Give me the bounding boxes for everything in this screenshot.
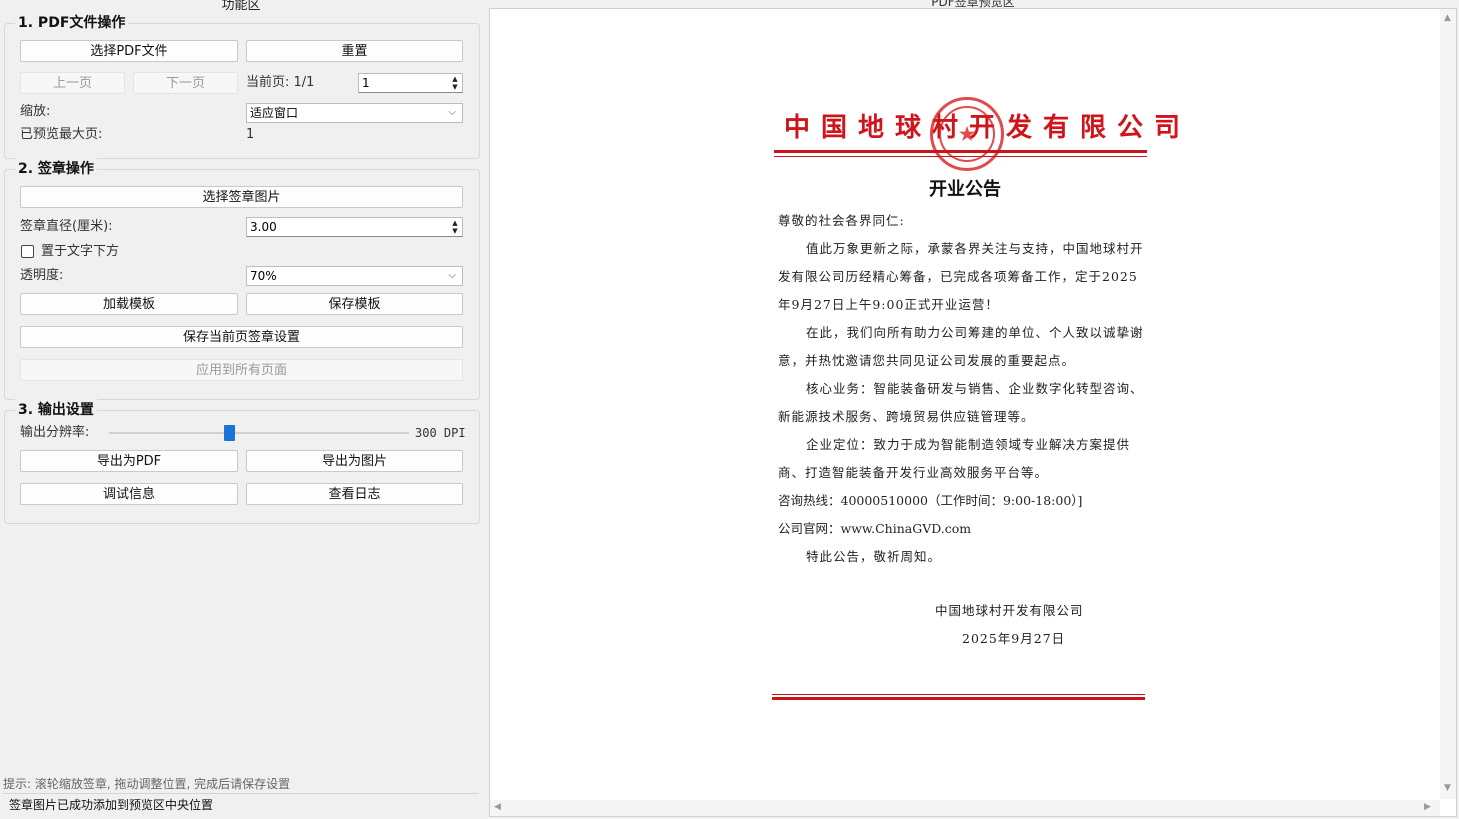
opacity-label: 透明度: <box>20 268 64 283</box>
paragraph-2: 在此，我们向所有助力公司筹建的单位、个人致以诚挚谢意，并热忱邀请您共同见证公司发… <box>778 325 1144 368</box>
pdf-page: 中国地球村开发有限公司 ★ 开业公告 尊敬的社会各界同仁: 值此万象更新之际，承… <box>770 89 1180 709</box>
resolution-slider-handle[interactable] <box>224 425 235 441</box>
hint-text: 提示: 滚轮缩放签章, 拖动调整位置, 完成后请保存设置 <box>3 777 291 791</box>
scroll-left-icon[interactable]: ◀ <box>494 802 501 812</box>
footer-red-thin-line <box>772 694 1145 695</box>
below-text-checkbox[interactable] <box>21 245 34 258</box>
load-template-button[interactable]: 加载模板 <box>20 293 238 315</box>
current-page-label: 当前页: 1/1 <box>246 75 315 90</box>
scroll-up-icon[interactable]: ▲ <box>1444 13 1451 23</box>
stamp-group-title: 2. 签章操作 <box>15 158 97 178</box>
pdf-preview-area[interactable]: ▲ ▼ ◀ ▶ 中国地球村开发有限公司 ★ 开业公告 尊敬的社会各界同仁: 值此… <box>489 8 1457 817</box>
resolution-slider-track[interactable] <box>109 432 409 434</box>
paragraph-3: 核心业务：智能装备研发与销售、企业数字化转型咨询、新能源技术服务、跨境贸易供应链… <box>778 381 1144 424</box>
export-pdf-button[interactable]: 导出为PDF <box>20 450 238 472</box>
stamp-diameter-input[interactable]: 3.00 ▲ ▼ <box>246 217 463 237</box>
stamp-seal-icon[interactable]: ★ <box>930 97 1004 171</box>
horizontal-scrollbar[interactable]: ◀ ▶ <box>490 800 1440 816</box>
save-page-stamp-settings-button[interactable]: 保存当前页签章设置 <box>20 326 463 348</box>
opacity-select[interactable]: 70% ⌵ <box>246 266 463 286</box>
next-page-button[interactable]: 下一页 <box>133 72 238 94</box>
date: 2025年9月27日 <box>962 631 1066 646</box>
reset-button[interactable]: 重置 <box>246 40 463 62</box>
website: 公司官网：www.ChinaGVD.com <box>778 521 972 536</box>
left-panel: 功能区 1. PDF文件操作 选择PDF文件 重置 上一页 下一页 当前页: 1… <box>0 0 488 819</box>
paragraph-4: 企业定位：致力于成为智能制造领域专业解决方案提供商、打造智能装备开发行业高效服务… <box>778 437 1131 480</box>
status-divider <box>3 793 479 794</box>
select-pdf-button[interactable]: 选择PDF文件 <box>20 40 238 62</box>
apply-all-pages-button[interactable]: 应用到所有页面 <box>20 359 463 381</box>
pdf-group-title: 1. PDF文件操作 <box>15 12 129 32</box>
debug-info-button[interactable]: 调试信息 <box>20 483 238 505</box>
closing: 特此公告，敬祈周知。 <box>806 549 942 564</box>
resolution-value: 300 DPI <box>415 426 466 440</box>
stamp-group: 2. 签章操作 选择签章图片 签章直径(厘米): 3.00 ▲ ▼ 置于文字下方 … <box>4 158 480 400</box>
vertical-scrollbar[interactable]: ▲ ▼ <box>1440 9 1456 799</box>
zoom-select-value: 适应窗口 <box>250 106 299 120</box>
page-number-value: 1 <box>362 76 370 90</box>
page-spin-arrows-icon[interactable]: ▲ ▼ <box>450 75 460 91</box>
prev-page-button[interactable]: 上一页 <box>20 72 125 94</box>
document-title: 开业公告 <box>929 179 1001 200</box>
zoom-select[interactable]: 适应窗口 ⌵ <box>246 103 463 123</box>
footer-red-line <box>772 697 1145 700</box>
pdf-file-group: 1. PDF文件操作 选择PDF文件 重置 上一页 下一页 当前页: 1/1 1… <box>4 12 480 159</box>
opacity-select-value: 70% <box>250 269 277 283</box>
status-bar-text: 签章图片已成功添加到预览区中央位置 <box>9 798 214 812</box>
stamp-diameter-label: 签章直径(厘米): <box>20 219 113 234</box>
scroll-right-icon[interactable]: ▶ <box>1424 802 1431 812</box>
save-template-button[interactable]: 保存模板 <box>246 293 463 315</box>
zoom-label: 缩放: <box>20 104 51 119</box>
max-preview-label: 已预览最大页: <box>20 127 103 142</box>
export-image-button[interactable]: 导出为图片 <box>246 450 463 472</box>
stamp-diameter-value: 3.00 <box>250 220 277 234</box>
greeting: 尊敬的社会各界同仁: <box>778 213 905 228</box>
chevron-down-icon: ⌵ <box>448 270 456 281</box>
hotline: 咨询热线：40000510000（工作时间：9:00-18:00）] <box>778 493 1083 508</box>
diameter-spin-arrows-icon[interactable]: ▲ ▼ <box>450 219 460 235</box>
signature: 中国地球村开发有限公司 <box>935 603 1084 618</box>
output-group-title: 3. 输出设置 <box>15 399 97 419</box>
output-group: 3. 输出设置 输出分辨率: 300 DPI 导出为PDF 导出为图片 调试信息… <box>4 399 480 524</box>
below-text-label: 置于文字下方 <box>41 244 120 259</box>
resolution-label: 输出分辨率: <box>20 425 90 440</box>
header-red-thin-line <box>774 156 1147 157</box>
header-red-line <box>774 150 1147 153</box>
max-preview-value: 1 <box>246 127 255 142</box>
select-stamp-image-button[interactable]: 选择签章图片 <box>20 186 463 208</box>
view-log-button[interactable]: 查看日志 <box>246 483 463 505</box>
scroll-down-icon[interactable]: ▼ <box>1444 783 1451 793</box>
paragraph-1: 值此万象更新之际，承蒙各界关注与支持，中国地球村开发有限公司历经精心筹备，已完成… <box>778 241 1144 312</box>
page-number-input[interactable]: 1 ▲ ▼ <box>358 73 463 93</box>
chevron-down-icon: ⌵ <box>448 107 456 118</box>
